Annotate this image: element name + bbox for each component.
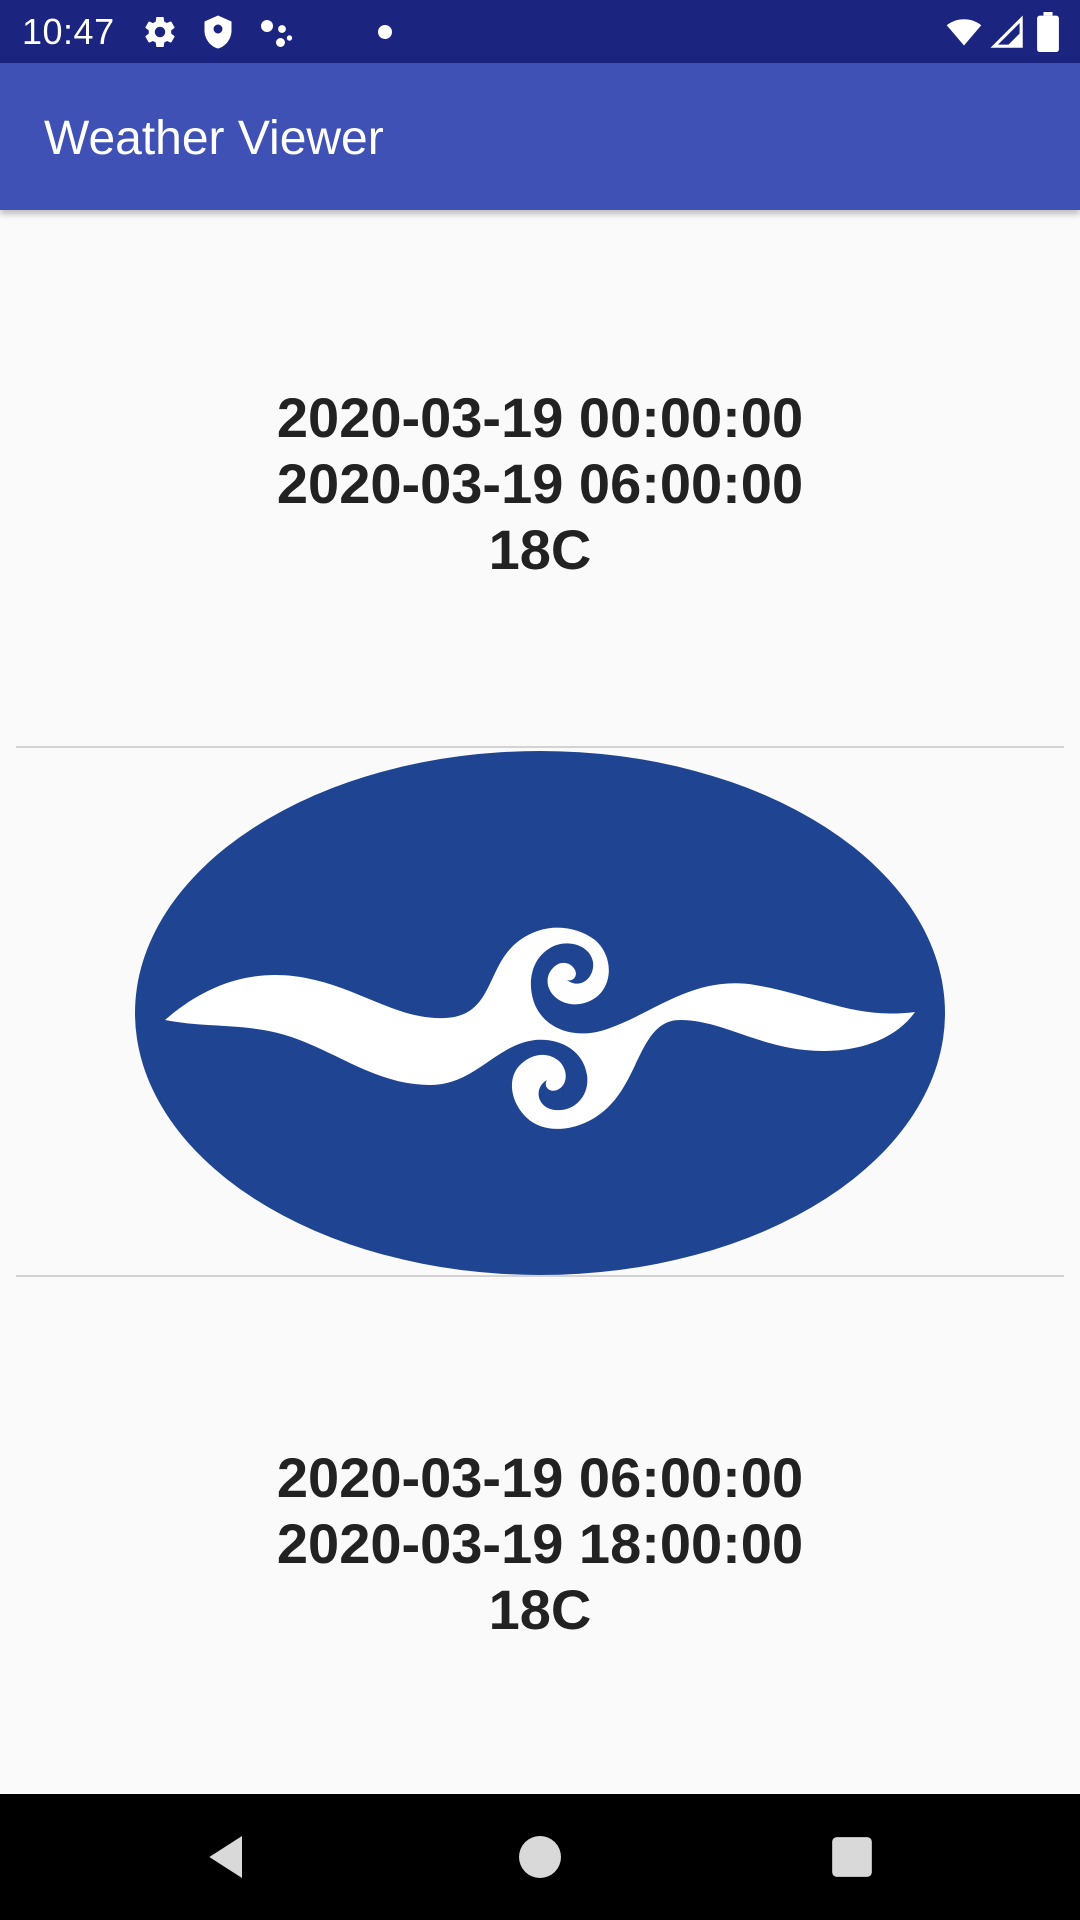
forecast-list[interactable]: 2020-03-19 00:00:00 2020-03-19 06:00:00 … — [0, 210, 1080, 1794]
app-bar: Weather Viewer — [0, 63, 1080, 210]
gear-icon — [142, 14, 178, 50]
notification-dot-icon — [378, 25, 392, 39]
divider — [16, 746, 1064, 748]
app-title: Weather Viewer — [44, 112, 384, 165]
forecast-end-time: 2020-03-19 06:00:00 — [276, 452, 804, 515]
wifi-icon — [944, 14, 984, 50]
battery-icon — [1036, 12, 1060, 52]
forecast-temperature: 18C — [488, 1578, 592, 1641]
forecast-start-time: 2020-03-19 00:00:00 — [276, 386, 804, 449]
shield-icon — [200, 14, 236, 50]
forecast-start-time: 2020-03-19 06:00:00 — [276, 1446, 804, 1509]
forecast-item[interactable]: 2020-03-19 00:00:00 2020-03-19 06:00:00 … — [0, 385, 1080, 583]
wind-emblem-icon — [135, 750, 945, 1275]
home-icon[interactable] — [512, 1829, 568, 1885]
recents-icon[interactable] — [824, 1829, 880, 1885]
forecast-end-time: 2020-03-19 18:00:00 — [276, 1512, 804, 1575]
divider — [16, 1275, 1064, 1277]
navigation-bar — [0, 1794, 1080, 1920]
status-bar: 10:47 — [0, 0, 1080, 63]
cell-signal-icon — [990, 14, 1024, 50]
assistant-dots-icon — [258, 14, 294, 50]
status-time: 10:47 — [22, 11, 115, 52]
forecast-temperature: 18C — [488, 518, 592, 581]
forecast-item[interactable]: 2020-03-19 06:00:00 2020-03-19 18:00:00 … — [0, 1445, 1080, 1643]
back-icon[interactable] — [200, 1829, 256, 1885]
